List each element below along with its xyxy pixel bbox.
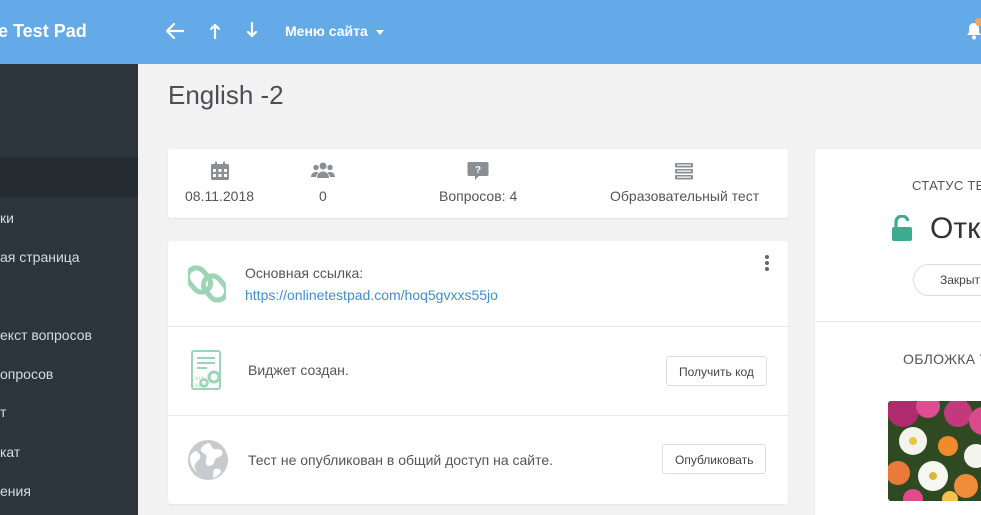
back-arrow-icon[interactable]	[165, 20, 185, 47]
status-label: СТАТУС ТЕ	[912, 178, 981, 193]
site-menu-label: Меню сайта	[285, 23, 368, 39]
get-code-button[interactable]: Получить код	[666, 356, 767, 386]
publish-card: Основная ссылка: https://onlinetestpad.c…	[168, 241, 788, 504]
unlock-icon	[891, 214, 915, 248]
close-test-button[interactable]: Закрыт	[913, 264, 981, 296]
brand-title[interactable]: e Test Pad	[0, 0, 87, 64]
publish-button[interactable]: Опубликовать	[662, 444, 767, 474]
page-title: English -2	[168, 80, 284, 110]
divider	[815, 321, 981, 322]
books-icon	[674, 161, 694, 186]
test-date: 08.11.2018	[185, 188, 255, 204]
chevron-down-icon	[375, 29, 384, 35]
questions-count: Вопросов: 4	[439, 188, 518, 204]
main-link-label: Основная ссылка:	[245, 265, 364, 281]
cover-label: ОБЛОЖКА Т	[903, 351, 981, 367]
sidebar-active-item[interactable]	[0, 157, 138, 197]
notification-dot	[975, 18, 981, 26]
svg-text:?: ?	[475, 165, 481, 176]
divider	[168, 415, 788, 416]
question-bubble-icon: ?	[467, 161, 489, 186]
sidebar-item-3[interactable]: екст вопросов	[0, 325, 92, 345]
sidebar-item-5[interactable]: т	[0, 402, 6, 422]
main-link-url[interactable]: https://onlinetestpad.com/hoq5gvxxs55jo	[245, 287, 498, 303]
test-type: Образовательный тест	[610, 188, 760, 204]
arrow-up-icon[interactable]	[208, 20, 222, 47]
widget-code-icon: 010 0110	[190, 349, 224, 398]
top-bar: e Test Pad Меню сайта	[0, 0, 981, 64]
svg-text:010: 010	[195, 376, 204, 382]
sidebar-item-4[interactable]: опросов	[0, 364, 53, 384]
public-status-text: Тест не опубликован в общий доступ на са…	[248, 452, 554, 468]
status-value: Отк	[930, 212, 981, 245]
sidebar-item-6[interactable]: кат	[0, 442, 20, 462]
calendar-icon	[210, 161, 230, 186]
chain-link-icon	[184, 264, 230, 309]
users-icon	[311, 161, 335, 186]
sidebar-item-7[interactable]: ения	[0, 481, 31, 501]
sidebar-item-2[interactable]: ая страница	[0, 247, 80, 267]
cover-image[interactable]	[888, 401, 981, 501]
widget-status-text: Виджет создан.	[248, 362, 349, 378]
sidebar-item-1[interactable]: ки	[0, 208, 14, 228]
svg-text:0110: 0110	[195, 383, 207, 389]
status-card: СТАТУС ТЕ Отк Закрыт ОБЛОЖКА Т	[815, 149, 981, 515]
site-menu-dropdown[interactable]: Меню сайта	[285, 0, 384, 64]
more-options-icon[interactable]	[765, 255, 769, 276]
globe-icon	[187, 439, 229, 486]
divider	[168, 326, 788, 327]
test-info-card: 08.11.2018 0 ? Вопросов: 4 Образовательн…	[168, 149, 788, 218]
sidebar: ки ая страница екст вопросов опросов т к…	[0, 64, 138, 515]
arrow-down-icon[interactable]	[245, 20, 259, 47]
participants-count: 0	[319, 188, 327, 204]
